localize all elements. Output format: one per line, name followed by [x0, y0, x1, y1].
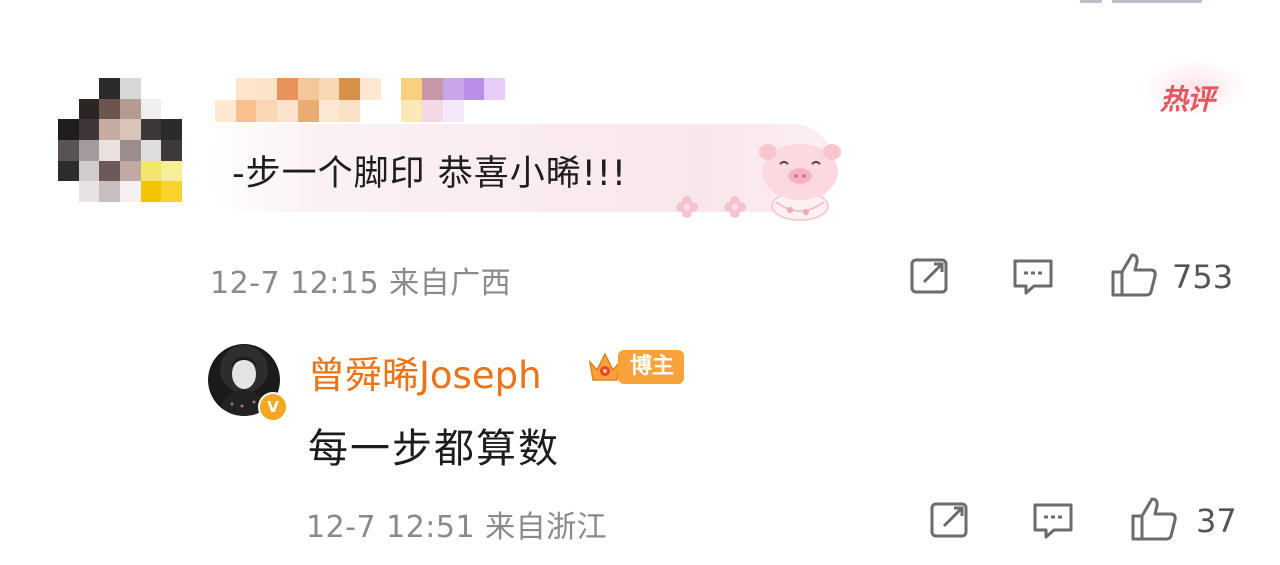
thumbs-up-icon[interactable]: [1110, 252, 1158, 298]
flower-icon: [676, 196, 698, 218]
share-icon[interactable]: [930, 502, 970, 538]
commenter-name-blurred[interactable]: [215, 78, 505, 122]
flower-icon: [724, 196, 746, 218]
blogger-label: 博主: [618, 350, 685, 384]
like-count: 753: [1172, 258, 1234, 296]
comment-meta: 12-7 12:15 来自广西: [210, 266, 512, 301]
blogger-badge: 博主: [586, 348, 685, 386]
share-icon[interactable]: [910, 258, 950, 294]
reply-text: 每一步都算数: [308, 426, 560, 472]
commenter-avatar-blurred[interactable]: [58, 78, 182, 202]
comment-text: -步一个脚印 恭喜小晞!!!: [232, 154, 627, 194]
reply-meta: 12-7 12:51 来自浙江: [306, 510, 608, 545]
comment-icon[interactable]: [1012, 258, 1054, 296]
hot-comment-badge: 热评: [1160, 83, 1215, 116]
thumbs-up-icon[interactable]: [1130, 496, 1178, 542]
clipped-top-content: [1080, 0, 1240, 8]
comment-icon[interactable]: [1032, 502, 1074, 540]
pig-sticker-icon: [756, 140, 848, 228]
reply-author-name[interactable]: 曾舜晞Joseph: [308, 345, 542, 399]
verified-badge-icon: V: [258, 392, 288, 422]
like-count: 37: [1196, 502, 1237, 540]
